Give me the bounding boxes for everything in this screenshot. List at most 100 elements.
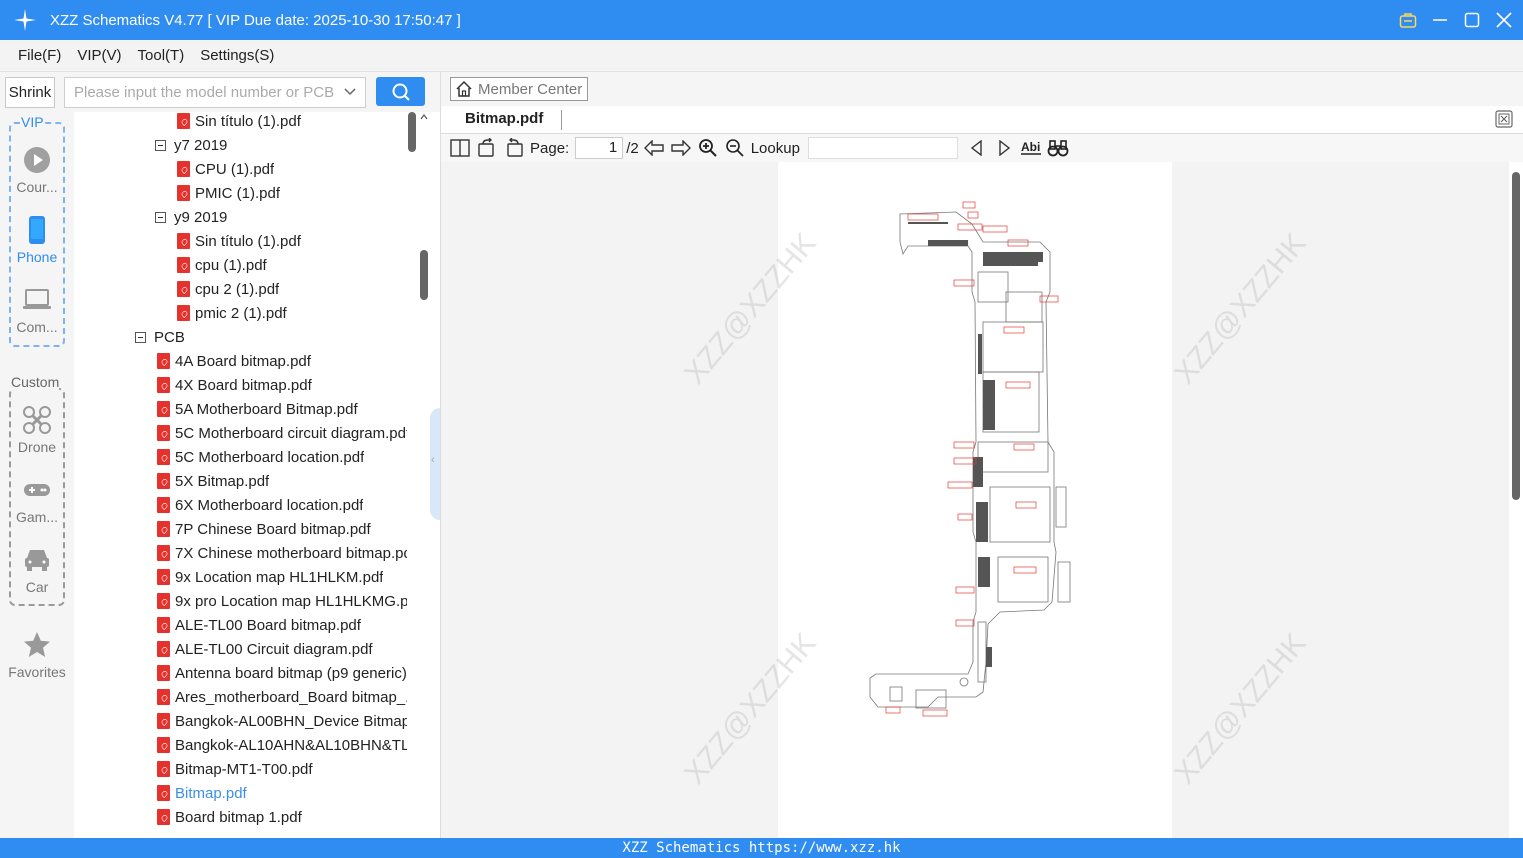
tree-file-row[interactable]: 5A Motherboard Bitmap.pdf — [157, 397, 407, 421]
gamepad-icon — [22, 474, 52, 506]
rail-item-drone[interactable]: Drone — [0, 404, 74, 455]
minimize-button[interactable] — [1431, 11, 1449, 29]
pdf-file-icon — [157, 497, 170, 513]
phone-icon — [27, 214, 47, 246]
tree-folder-row[interactable]: PCB — [135, 325, 185, 349]
tree-file-row[interactable]: 5C Motherboard location.pdf — [157, 445, 407, 469]
collapse-toggle-icon[interactable] — [135, 331, 146, 343]
page-number-input[interactable]: 1 — [575, 137, 624, 159]
pdf-file-icon — [157, 641, 170, 657]
find-next-icon[interactable] — [993, 137, 1015, 159]
shrink-button[interactable]: Shrink — [5, 77, 55, 108]
model-search-input[interactable] — [74, 84, 334, 101]
tree-file-row[interactable]: Bangkok-AL10AHN&AL10BHN&TL.pdf — [157, 733, 407, 757]
tree-file-row[interactable]: Bitmap-MT1-T00.pdf — [157, 757, 407, 781]
tree-outer-scrollbar[interactable] — [418, 112, 430, 838]
rail-item-courses[interactable]: Cour... — [0, 144, 74, 195]
menu-vip[interactable]: VIP(V) — [77, 47, 121, 64]
zoom-out-icon[interactable] — [724, 137, 746, 159]
tree-file-row[interactable]: Antenna board bitmap (p9 generic).pdf — [157, 661, 407, 685]
viewer-scrollbar[interactable] — [1509, 162, 1523, 838]
tree-file-row[interactable]: 5C Motherboard circuit diagram.pdf — [157, 421, 407, 445]
document-tab[interactable]: Bitmap.pdf — [465, 110, 543, 127]
collapse-toggle-icon[interactable] — [155, 211, 166, 223]
tree-file-row[interactable]: 7X Chinese motherboard bitmap.pdf — [157, 541, 407, 565]
rail-item-game[interactable]: Gam... — [0, 474, 74, 525]
star-icon — [22, 629, 52, 661]
tree-file-row[interactable]: pmic 2 (1).pdf — [177, 301, 287, 325]
lookup-label: Lookup — [750, 139, 800, 157]
pdf-file-icon — [157, 713, 170, 729]
pdf-file-icon — [177, 185, 190, 201]
search-button[interactable] — [376, 77, 425, 106]
two-page-view-icon[interactable] — [449, 137, 471, 159]
close-button[interactable] — [1495, 11, 1513, 29]
tree-file-row[interactable]: cpu (1).pdf — [177, 253, 267, 277]
previous-page-arrow-icon[interactable] — [643, 137, 665, 159]
tree-file-row[interactable]: 7P Chinese Board bitmap.pdf — [157, 517, 407, 541]
tree-file-row[interactable]: 6X Motherboard location.pdf — [157, 493, 407, 517]
tree-folder-row[interactable]: y9 2019 — [155, 205, 227, 229]
rail-item-computer[interactable]: Com... — [0, 284, 74, 335]
chevron-down-icon[interactable] — [343, 85, 357, 99]
pdf-file-icon — [157, 521, 170, 537]
menu-file[interactable]: File(F) — [18, 47, 61, 64]
tree-file-row[interactable]: CPU (1).pdf — [177, 157, 274, 181]
scroll-up-icon[interactable] — [420, 114, 428, 120]
rotate-left-icon[interactable] — [476, 137, 498, 159]
rotate-right-icon[interactable] — [503, 137, 525, 159]
tree-file-row[interactable]: ALE-TL00 Board bitmap.pdf — [157, 613, 407, 637]
zoom-in-icon[interactable] — [697, 137, 719, 159]
tree-file-row[interactable]: cpu 2 (1).pdf — [177, 277, 279, 301]
collapse-toggle-icon[interactable] — [155, 139, 166, 151]
pdf-viewer[interactable]: XZZ@XZZHK XZZ@XZZHK XZZ@XZZHK XZZ@XZZHK — [441, 162, 1509, 838]
rail-item-label: Com... — [16, 319, 58, 335]
maximize-button[interactable] — [1463, 11, 1481, 29]
tree-file-row[interactable]: ALE-TL00 Circuit diagram.pdf — [157, 637, 407, 661]
tree-file-row[interactable]: 9x pro Location map HL1HLKMG.pdf — [157, 589, 407, 613]
pdf-file-icon — [157, 377, 170, 393]
binoculars-icon[interactable] — [1047, 137, 1069, 159]
tree-outer-scrollbar-thumb[interactable] — [420, 250, 428, 300]
pdf-file-icon — [157, 761, 170, 777]
tree-file-row[interactable]: PMIC (1).pdf — [177, 181, 280, 205]
tree-folder-row[interactable]: y7 2019 — [155, 133, 227, 157]
title-bar: XZZ Schematics V4.77 [ VIP Due date: 202… — [0, 0, 1523, 40]
tree-scrollbar-thumb[interactable] — [408, 112, 416, 152]
tree-file-row-selected[interactable]: Bitmap.pdf — [157, 781, 407, 805]
pdf-page: XZZ@XZZHK XZZ@XZZHK XZZ@XZZHK XZZ@XZZHK — [678, 162, 1313, 838]
rail-item-label: Drone — [17, 439, 57, 455]
find-previous-icon[interactable] — [966, 137, 988, 159]
tree-file-row[interactable]: Sin título (1).pdf — [177, 112, 301, 133]
viewer-scrollbar-thumb[interactable] — [1512, 172, 1520, 500]
pdf-file-icon — [157, 449, 170, 465]
tree-file-row[interactable]: Sin título (1).pdf — [177, 229, 301, 253]
rail-item-label: Favorites — [8, 664, 66, 680]
tree-file-row[interactable]: Board bitmap 1.pdf — [157, 805, 407, 829]
tree-file-row[interactable]: 4A Board bitmap.pdf — [157, 349, 407, 373]
match-case-icon[interactable]: Abi — [1020, 137, 1042, 159]
pdf-file-icon — [177, 281, 190, 297]
pdf-file-icon — [177, 233, 190, 249]
model-search-combobox[interactable] — [64, 77, 366, 108]
close-all-tabs-icon[interactable] — [1495, 110, 1513, 128]
vip-bag-icon[interactable] — [1399, 11, 1417, 29]
viewer-toolbar: Page: 1 /2 Lookup Abi — [441, 134, 1523, 162]
next-page-arrow-icon[interactable] — [670, 137, 692, 159]
menu-settings[interactable]: Settings(S) — [200, 47, 274, 64]
rail-item-car[interactable]: Car — [0, 544, 74, 595]
rail-item-label: Cour... — [16, 179, 58, 195]
rail-item-phone[interactable]: Phone — [0, 214, 74, 265]
member-center-button[interactable]: Member Center — [450, 77, 588, 101]
tree-file-row[interactable]: 9x Location map HL1HLKM.pdf — [157, 565, 407, 589]
lookup-input[interactable] — [807, 137, 958, 159]
tree-file-row[interactable]: 5X Bitmap.pdf — [157, 469, 407, 493]
menu-tool[interactable]: Tool(T) — [138, 47, 185, 64]
tree-file-row[interactable]: Bangkok-AL00BHN_Device Bitmap.pdf — [157, 709, 407, 733]
tree-file-row[interactable]: Ares_motherboard_Board bitmap_.pdf — [157, 685, 407, 709]
tree-file-row[interactable]: 4X Board bitmap.pdf — [157, 373, 407, 397]
rail-item-favorites[interactable]: Favorites — [0, 629, 74, 680]
search-toolbar: Shrink — [0, 72, 440, 112]
menu-bar: File(F) VIP(V) Tool(T) Settings(S) — [0, 40, 1523, 72]
pdf-file-icon — [177, 113, 190, 129]
